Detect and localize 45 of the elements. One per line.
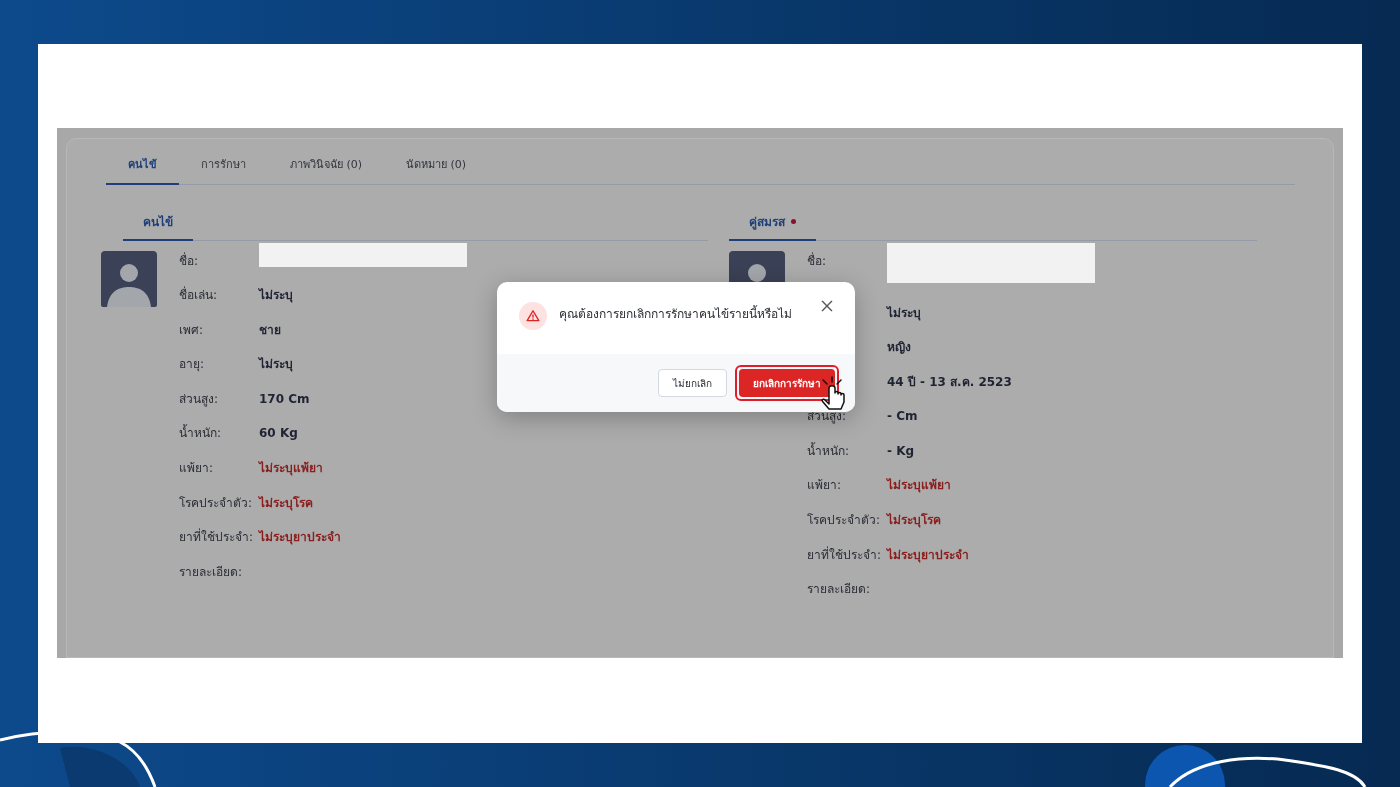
avatar-placeholder-icon bbox=[729, 250, 785, 283]
field-label: ยาที่ใช้ประจำ: bbox=[179, 528, 255, 547]
field-label: ส่วนสูง: bbox=[807, 408, 848, 426]
field-value: ไม่ระบุ bbox=[259, 356, 294, 374]
field-value: ไม่ระบุแพ้ยา bbox=[887, 477, 952, 495]
warning-icon bbox=[519, 302, 547, 330]
tab[interactable]: การรักษา bbox=[179, 157, 268, 185]
keep-button[interactable]: ไม่ยกเลิก bbox=[658, 369, 727, 397]
field-value: 170 Cm bbox=[259, 390, 311, 408]
field-value: ไม่ระบุโรค bbox=[887, 512, 942, 530]
field-value: ไม่ระบุ bbox=[259, 287, 294, 305]
field-label: ชื่อ: bbox=[179, 251, 200, 270]
field-value: - Kg bbox=[887, 442, 916, 460]
field-value: ไม่ระบุโรค bbox=[259, 494, 314, 512]
field-label: น้ำหนัก: bbox=[179, 424, 223, 443]
field-label: โรคประจำตัว: bbox=[807, 512, 882, 530]
field-value: 60 Kg bbox=[259, 425, 299, 443]
field-label: แพ้ยา: bbox=[807, 477, 843, 495]
field-value: ไม่ระบุยาประจำ bbox=[259, 529, 342, 547]
field-label: โรคประจำตัว: bbox=[179, 494, 254, 512]
field-value: ชาย bbox=[259, 321, 282, 339]
cancel-treatment-button[interactable]: ยกเลิกการรักษา bbox=[739, 369, 835, 397]
section-tab[interactable]: คนไข้ bbox=[123, 212, 193, 241]
field-value: หญิง bbox=[887, 339, 912, 357]
field-label: น้ำหนัก: bbox=[807, 441, 851, 460]
field-label: รายละเอียด: bbox=[807, 581, 872, 599]
tab[interactable]: นัดหมาย (0) bbox=[384, 157, 489, 185]
field-value: 44 ปี - 13 ส.ค. 2523 bbox=[887, 373, 1013, 391]
field-value: ไม่ระบุแพ้ยา bbox=[259, 460, 324, 478]
field-label: ส่วนสูง: bbox=[179, 390, 220, 408]
field-label: เพศ: bbox=[179, 321, 205, 339]
tab[interactable]: ภาพวินิจฉัย (0) bbox=[268, 157, 385, 185]
field-value: ไม่ระบุ bbox=[887, 304, 922, 322]
field-label: ชื่อ: bbox=[807, 251, 828, 270]
field-value: - Cm bbox=[887, 408, 919, 426]
field-label: รายละเอียด: bbox=[179, 563, 244, 581]
field-label: อายุ: bbox=[179, 356, 206, 374]
field-label: แพ้ยา: bbox=[179, 460, 215, 478]
field-label: ยาที่ใช้ประจำ: bbox=[807, 545, 883, 564]
field-value: ไม่ระบุยาประจำ bbox=[887, 546, 970, 564]
tab[interactable]: คนไข้ bbox=[106, 157, 179, 185]
section-tab[interactable]: คู่สมรส bbox=[729, 212, 816, 241]
dialog-message: คุณต้องการยกเลิกการรักษาคนไข้รายนี้หรือไม่ bbox=[559, 304, 793, 323]
avatar-placeholder-icon bbox=[101, 250, 157, 307]
field-label: ชื่อเล่น: bbox=[179, 286, 219, 305]
